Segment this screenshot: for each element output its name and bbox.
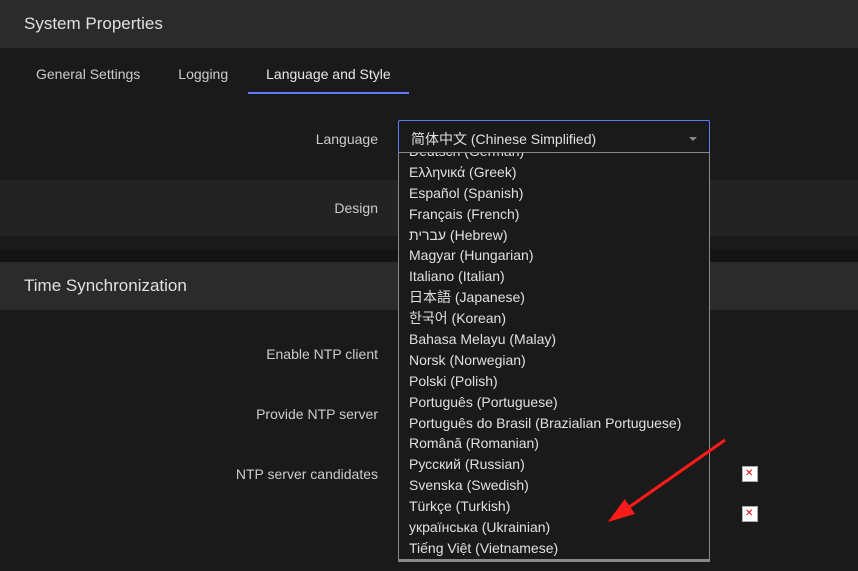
- tab-general-settings[interactable]: General Settings: [18, 56, 158, 94]
- dropdown-option[interactable]: 한국어 (Korean): [399, 308, 709, 329]
- dropdown-language[interactable]: Deutsch (German)Ελληνικά (Greek)Español …: [398, 152, 710, 562]
- label-design: Design: [0, 200, 398, 216]
- tab-language-and-style[interactable]: Language and Style: [248, 56, 409, 94]
- label-language: Language: [0, 131, 398, 147]
- dropdown-option[interactable]: Deutsch (German): [399, 152, 709, 162]
- dropdown-option[interactable]: Bahasa Melayu (Malay): [399, 329, 709, 350]
- label-enable-ntp: Enable NTP client: [0, 346, 398, 362]
- section-title: Time Synchronization: [24, 276, 187, 295]
- dropdown-option[interactable]: 日本語 (Japanese): [399, 287, 709, 308]
- dropdown-option[interactable]: Norsk (Norwegian): [399, 350, 709, 371]
- tabs-bar: General Settings Logging Language and St…: [0, 48, 858, 94]
- section-system-properties: System Properties: [0, 0, 858, 48]
- dropdown-option[interactable]: Italiano (Italian): [399, 266, 709, 287]
- label-ntp-candidates: NTP server candidates: [0, 466, 398, 482]
- dropdown-option[interactable]: Türkçe (Turkish): [399, 496, 709, 517]
- label-provide-ntp: Provide NTP server: [0, 406, 398, 422]
- broken-image-icon[interactable]: [742, 466, 758, 482]
- tab-logging[interactable]: Logging: [160, 56, 246, 94]
- dropdown-option[interactable]: עברית (Hebrew): [399, 225, 709, 246]
- select-language-value: 简体中文 (Chinese Simplified): [411, 129, 596, 149]
- dropdown-option[interactable]: Português (Portuguese): [399, 392, 709, 413]
- chevron-down-icon: [689, 137, 697, 141]
- dropdown-option[interactable]: Français (French): [399, 204, 709, 225]
- dropdown-option[interactable]: Magyar (Hungarian): [399, 245, 709, 266]
- dropdown-option[interactable]: українська (Ukrainian): [399, 517, 709, 538]
- broken-image-icon[interactable]: [742, 506, 758, 522]
- section-title: System Properties: [24, 14, 163, 33]
- dropdown-option[interactable]: Polski (Polish): [399, 371, 709, 392]
- dropdown-option[interactable]: Русский (Russian): [399, 454, 709, 475]
- dropdown-option[interactable]: Español (Spanish): [399, 183, 709, 204]
- dropdown-option[interactable]: Ελληνικά (Greek): [399, 162, 709, 183]
- dropdown-option[interactable]: Română (Romanian): [399, 433, 709, 454]
- dropdown-option[interactable]: Tiếng Việt (Vietnamese): [399, 538, 709, 559]
- dropdown-option[interactable]: Português do Brasil (Brazialian Portugue…: [399, 413, 709, 434]
- dropdown-option[interactable]: 简体中文 (Chinese Simplified): [399, 559, 709, 562]
- dropdown-option[interactable]: Svenska (Swedish): [399, 475, 709, 496]
